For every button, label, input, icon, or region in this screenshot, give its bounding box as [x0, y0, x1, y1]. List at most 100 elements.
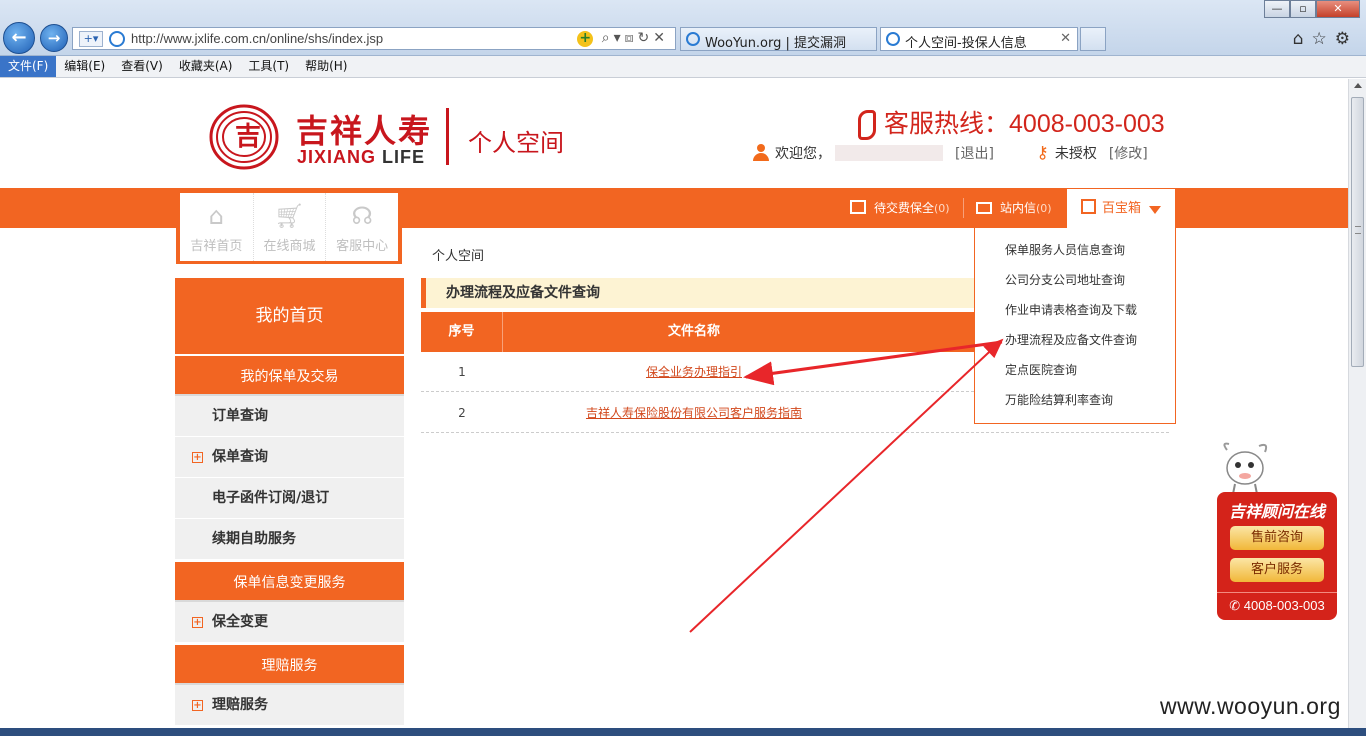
sidebar-item-claims[interactable]: + 理赔服务 [175, 685, 404, 726]
menu-favorites[interactable]: 收藏夹(A) [171, 56, 241, 77]
ie-tab-icon [686, 32, 700, 46]
toolbox-menu-button[interactable]: 百宝箱 [1066, 188, 1176, 229]
refresh-icon[interactable]: ↻ [638, 30, 654, 46]
expand-plus-icon[interactable]: + [192, 452, 203, 463]
scrollbar-thumb[interactable] [1351, 97, 1364, 367]
windows-taskbar [0, 728, 1366, 736]
sidebar-item-label: 订单查询 [212, 408, 268, 424]
favorites-star-icon[interactable]: ☆ [1312, 29, 1335, 49]
messages-label: 站内信 [1000, 201, 1037, 215]
section-title: 办理流程及应备文件查询 [421, 278, 976, 308]
expand-plus-icon[interactable]: + [192, 700, 203, 711]
hotline: 客服热线：4008-003-003 [858, 104, 1165, 140]
menu-file[interactable]: 文件(F) [0, 56, 57, 77]
header-divider [446, 108, 449, 165]
online-advisor-widget: 吉祥顾问在线 售前咨询 客户服务 ✆ 4008-003-003 [1217, 440, 1337, 622]
brand-name-en: JIXIANG LIFE [297, 147, 425, 168]
customer-service-button[interactable]: 客户服务 [1230, 558, 1324, 582]
table-header: 序号 文件名称 [421, 312, 976, 352]
row-number: 1 [458, 365, 466, 379]
sidebar-item-preservation[interactable]: + 保全变更 [175, 602, 404, 643]
menu-view[interactable]: 查看(V) [113, 56, 171, 77]
close-window-button[interactable]: ✕ [1316, 0, 1360, 18]
quicknav-service[interactable]: ☊ 客服中心 [325, 193, 398, 261]
pending-payment-link[interactable]: 待交费保全(0) [850, 188, 950, 228]
user-welcome: 欢迎您， [退出] ⚷ 未授权 [修改] [753, 143, 1148, 163]
browser-toolbar: — ▫ ✕ ← → +▾ http://www.jxlife.com.cn/on… [0, 0, 1366, 56]
scroll-up-icon[interactable] [1354, 83, 1362, 88]
dropdown-item-hospitals[interactable]: 定点医院查询 [975, 360, 1175, 390]
dropdown-item-branch-address[interactable]: 公司分支公司地址查询 [975, 270, 1175, 300]
address-bar[interactable]: +▾ http://www.jxlife.com.cn/online/shs/i… [72, 27, 676, 50]
welcome-text: 欢迎您， [775, 146, 831, 162]
search-icon[interactable]: ⌕ [602, 30, 614, 46]
dropdown-item-process-docs[interactable]: 办理流程及应备文件查询 [975, 330, 1175, 360]
menu-bar: 文件(F) 编辑(E) 查看(V) 收藏夹(A) 工具(T) 帮助(H) [0, 56, 1366, 78]
username-redacted [835, 145, 943, 161]
compat-dropdown-icon[interactable]: +▾ [79, 31, 103, 47]
minimize-button[interactable]: — [1264, 0, 1290, 18]
breadcrumb[interactable]: 个人空间 [432, 245, 484, 264]
browser-icons: ⌂☆⚙ [1293, 29, 1358, 49]
menu-tools[interactable]: 工具(T) [240, 56, 297, 77]
logout-link[interactable]: [退出] [955, 146, 994, 162]
dropdown-item-forms-download[interactable]: 作业申请表格查询及下载 [975, 300, 1175, 330]
sidebar-item-renewal[interactable]: 续期自助服务 [175, 519, 404, 560]
home-icon[interactable]: ⌂ [1293, 29, 1312, 49]
quicknav-mall[interactable]: 🛒︎ 在线商城 [252, 193, 326, 261]
toolbox-label: 百宝箱 [1102, 201, 1142, 216]
back-button[interactable]: ← [3, 22, 35, 54]
phone-icon: ✆ [1229, 598, 1244, 613]
new-tab-button[interactable] [1080, 27, 1106, 51]
advisor-panel: 吉祥顾问在线 售前咨询 客户服务 ✆ 4008-003-003 [1217, 492, 1337, 620]
expand-plus-icon[interactable]: + [192, 617, 203, 628]
quicknav-label: 客服中心 [336, 239, 389, 254]
sidebar-section-claims[interactable]: 理赔服务 [175, 643, 404, 685]
tab-wooyun[interactable]: WooYun.org | 提交漏洞 [680, 27, 877, 51]
forward-button[interactable]: → [40, 24, 68, 52]
modify-link[interactable]: [修改] [1109, 146, 1148, 162]
jixiang-logo-icon[interactable]: 吉 [208, 102, 284, 170]
close-tab-icon[interactable]: ✕ [1060, 31, 1071, 46]
sidebar-section-policies[interactable]: 我的保单及交易 [175, 354, 404, 396]
stop-icon[interactable]: ✕ [653, 30, 669, 46]
sidebar-item-label: 续期自助服务 [212, 531, 296, 547]
sidebar-section-policy-change[interactable]: 保单信息变更服务 [175, 560, 404, 602]
cart-icon: 🛒︎ [274, 202, 305, 230]
advisor-phone: ✆ 4008-003-003 [1217, 592, 1337, 620]
sidebar-item-policy-query[interactable]: + 保单查询 [175, 437, 404, 478]
document-link[interactable]: 保全业务办理指引 [646, 365, 742, 379]
messages-link[interactable]: 站内信(0) [976, 188, 1052, 228]
sidebar-item-label: 保全变更 [212, 614, 268, 630]
sidebar-home[interactable]: 我的首页 [175, 278, 404, 354]
settings-gear-icon[interactable]: ⚙ [1335, 29, 1358, 49]
chevron-down-icon [1149, 206, 1161, 214]
address-url[interactable]: http://www.jxlife.com.cn/online/shs/inde… [131, 31, 383, 46]
hotline-number: 4008-003-003 [1009, 110, 1165, 138]
add-favorite-icon[interactable]: + [577, 31, 594, 47]
svg-text:吉: 吉 [235, 122, 261, 152]
menu-help[interactable]: 帮助(H) [297, 56, 355, 77]
sidebar-item-email-subscribe[interactable]: 电子函件订阅/退订 [175, 478, 404, 519]
menu-edit[interactable]: 编辑(E) [56, 56, 113, 77]
address-tools: + ⌕▾⧈↻✕ [577, 30, 669, 47]
presale-consult-button[interactable]: 售前咨询 [1230, 526, 1324, 550]
dropdown-item-universal-rate[interactable]: 万能险结算利率查询 [975, 390, 1175, 420]
tab-personal-space[interactable]: 个人空间-投保人信息 ✕ [880, 27, 1078, 51]
advisor-phone-number: 4008-003-003 [1243, 598, 1325, 613]
document-link[interactable]: 吉祥人寿保险股份有限公司客户服务指南 [586, 406, 802, 420]
quicknav-home[interactable]: ⌂ 吉祥首页 [180, 193, 253, 261]
pending-count: (0) [934, 202, 950, 215]
sidebar-item-label: 保单查询 [212, 449, 268, 465]
tab-label: 个人空间-投保人信息 [905, 36, 1027, 51]
phone-icon [858, 110, 876, 140]
maximize-button[interactable]: ▫ [1290, 0, 1316, 18]
compat-view-icon[interactable]: ▾⧈ [614, 30, 638, 46]
box-icon [1081, 199, 1096, 214]
quicknav-label: 吉祥首页 [190, 239, 243, 254]
vertical-scrollbar[interactable] [1348, 79, 1366, 728]
toolbox-dropdown: 保单服务人员信息查询 公司分支公司地址查询 作业申请表格查询及下载 办理流程及应… [974, 228, 1176, 424]
dropdown-item-staff-info[interactable]: 保单服务人员信息查询 [975, 240, 1175, 270]
sidebar-item-orders[interactable]: 订单查询 [175, 396, 404, 437]
column-header-no: 序号 [421, 312, 503, 352]
